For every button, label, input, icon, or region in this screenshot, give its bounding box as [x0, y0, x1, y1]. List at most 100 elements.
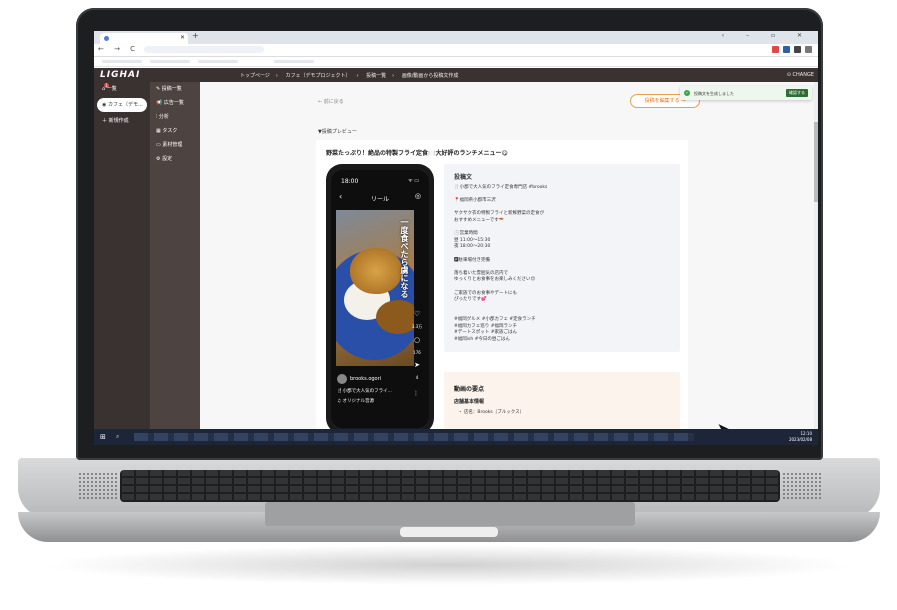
menu-label: 設定 — [162, 156, 173, 162]
taskbar-apps[interactable] — [134, 433, 694, 441]
send-icon: ➤ — [414, 361, 420, 369]
menu-label: 分析 — [158, 114, 169, 120]
main-content: ← 前に戻る 投稿を編集する → ✓ 投稿文を生成しました 確認する ▼投稿プレ… — [200, 82, 818, 440]
like-action[interactable]: ♡ 3.3万 — [409, 310, 425, 330]
back-link[interactable]: ← 前に戻る — [318, 98, 344, 105]
change-button[interactable]: ⊙ CHANGE — [787, 72, 814, 78]
post-text-line: #デートスポット #家族ごはん — [454, 330, 517, 336]
food-video-thumbnail[interactable]: 一度食べたら虜になる — [336, 210, 414, 366]
laptop-trackpad — [265, 502, 635, 526]
bookmarks-bar — [94, 57, 818, 67]
search-icon[interactable]: ⌕ — [116, 433, 119, 441]
post-text-line: #福岡カフェ巡り #福岡ランチ — [454, 323, 517, 329]
left-speaker — [78, 472, 118, 500]
scrollbar-thumb[interactable] — [814, 122, 818, 202]
menu-label: 投稿一覧 — [161, 86, 182, 92]
post-text-line: #福岡ish #今日の昼ごはん — [454, 336, 510, 342]
post-text-heading: 投稿文 — [454, 174, 473, 181]
reel-actions: ♡ 3.3万 ○ 176 ➤ 4 — [409, 310, 425, 386]
reel-caption: 🍴小郡で大人気のフライ... — [337, 389, 392, 394]
phone-status-icons: ᯤ ▭ — [408, 178, 419, 184]
sidebar-item-new[interactable]: ＋ 新規作成 — [94, 114, 150, 128]
address-bar-row: ← → C ⌂ — [94, 44, 818, 57]
extension-icons — [772, 46, 812, 53]
right-speaker — [782, 472, 822, 500]
heart-icon: ♡ — [413, 310, 421, 318]
account-name: brooks.ogori — [350, 376, 382, 382]
post-text-line: 📍福岡県小郡市三沢 — [454, 198, 496, 204]
account-row[interactable]: brooks.ogori — [337, 374, 381, 384]
post-text-line: 🍴小郡で大人気のフライ定食専門店 #brooks — [454, 185, 548, 190]
avatar — [337, 374, 347, 384]
windows-start-icon[interactable]: ⊞ — [100, 433, 106, 441]
bookmark-item[interactable] — [150, 60, 190, 63]
menu-item-assets[interactable]: ▭ 素材管理 — [150, 138, 200, 152]
app-header: LIGHAI トップページ › カフェ（デモプロジェクト） › 投稿一覧 › 画像/動… — [94, 68, 818, 82]
profile-icon[interactable] — [805, 46, 812, 53]
menu-item-posts[interactable]: ✎ 投稿一覧 — [150, 82, 200, 96]
taskbar: ⊞ ⌕ 12:10 2023/02/08 — [94, 429, 818, 445]
breadcrumb-item[interactable]: 投稿一覧 — [366, 73, 386, 79]
laptop-shadow — [40, 545, 857, 585]
post-title: 野菜たっぷり！絶品の特製フライ定食🍽️大好評のランチメニュー😋 — [326, 150, 508, 157]
sidebar-item-label: ＋ 新規作成 — [102, 118, 129, 124]
sidebar-item-cafe-project[interactable]: ◉ カフェ（デモ... — [97, 98, 147, 112]
phone-mockup: 18:00 ᯤ ▭ ‹ リール ◎ 一度食べたら虜になる ♡ 3.3万 ○ 176 — [326, 164, 434, 434]
menu-sidebar: ✎ 投稿一覧 📢 広告一覧 ⫶ 分析 ▦ タスク ▭ 素材管理 ⚙ 設定 — [150, 82, 200, 429]
points-heading: 動画の要点 — [454, 386, 485, 393]
toast-confirm-button[interactable]: 確認する — [786, 89, 808, 97]
post-text-line: #福岡グルメ #小郡カフェ #定食ランチ — [454, 317, 536, 322]
browser-tab-bar: ✕ + ‹ – ▫ ✕ — [94, 31, 818, 44]
sidebar-item-label: カフェ（デモ... — [107, 102, 143, 108]
change-label: CHANGE — [792, 72, 814, 78]
favicon-icon — [104, 36, 109, 41]
phone-time: 18:00 — [341, 178, 359, 185]
breadcrumb-item[interactable]: トップページ — [240, 73, 270, 79]
sidebar-item-list[interactable]: 1 ⌂ 一覧 — [94, 82, 150, 96]
menu-label: 広告一覧 — [163, 100, 184, 106]
window-controls[interactable]: ‹ – ▫ ✕ — [722, 32, 812, 39]
camera-icon[interactable]: ◎ — [415, 192, 421, 200]
breadcrumb-item[interactable]: カフェ（デモプロジェクト） — [286, 73, 351, 79]
points-item: ・ 店名：Brooks（ブルックス） — [458, 410, 525, 415]
laptop-notch — [400, 527, 498, 537]
taskbar-clock[interactable]: 12:10 2023/02/08 — [789, 431, 812, 443]
app-logo[interactable]: LIGHAI — [100, 70, 140, 80]
extension-icon[interactable] — [783, 46, 790, 53]
bookmark-item[interactable] — [102, 60, 142, 63]
post-text-line: 🅿駐車場付き完備 — [454, 257, 490, 263]
scrollbar[interactable] — [814, 82, 818, 429]
megaphone-icon: 📢 — [156, 100, 164, 106]
more-icon[interactable]: ⋮ — [413, 390, 419, 397]
post-text-line: 落ち着いた雰囲気の店内で — [454, 270, 508, 276]
comment-count: 176 — [413, 350, 421, 355]
comment-action[interactable]: ○ 176 — [409, 336, 425, 355]
toast-message: 投稿文を生成しました — [694, 91, 734, 96]
preview-label: ▼投稿プレビュー — [318, 129, 357, 135]
new-tab-button[interactable]: + — [192, 31, 199, 40]
post-text-line: ご家族でのお食事やデートにも — [454, 290, 517, 296]
video-overlay-text: 一度食べたら虜になる — [400, 218, 409, 298]
clock-date: 2023/02/08 — [788, 437, 812, 442]
browser-tab[interactable]: ✕ — [100, 33, 188, 44]
menu-item-settings[interactable]: ⚙ 設定 — [150, 152, 200, 166]
menu-label: 素材管理 — [162, 142, 183, 148]
laptop-keyboard — [120, 470, 780, 502]
close-tab-icon[interactable]: ✕ — [180, 34, 185, 41]
post-text-line: ぴったりです💕 — [454, 297, 487, 303]
extension-icon[interactable] — [772, 46, 779, 53]
post-text-line: おすすめメニューです🥗 — [454, 218, 505, 223]
project-sidebar: 1 ⌂ 一覧 ◉ カフェ（デモ... ＋ 新規作成 — [94, 82, 150, 429]
menu-item-ads[interactable]: 📢 広告一覧 — [150, 96, 200, 110]
share-action[interactable]: ➤ 4 — [409, 361, 425, 380]
menu-item-analytics[interactable]: ⫶ 分析 — [150, 110, 200, 124]
menu-item-tasks[interactable]: ▦ タスク — [150, 124, 200, 138]
post-text-line: サクサク衣の特製フライと新鮮野菜の定食が — [454, 211, 544, 217]
toast-notification: ✓ 投稿文を生成しました 確認する — [680, 86, 812, 100]
like-count: 3.3万 — [411, 324, 423, 329]
bookmark-item[interactable] — [198, 60, 238, 63]
bookmark-item[interactable] — [274, 60, 314, 63]
extension-icon[interactable] — [794, 46, 801, 53]
check-icon: ✓ — [684, 90, 690, 96]
url-field[interactable] — [144, 46, 264, 53]
